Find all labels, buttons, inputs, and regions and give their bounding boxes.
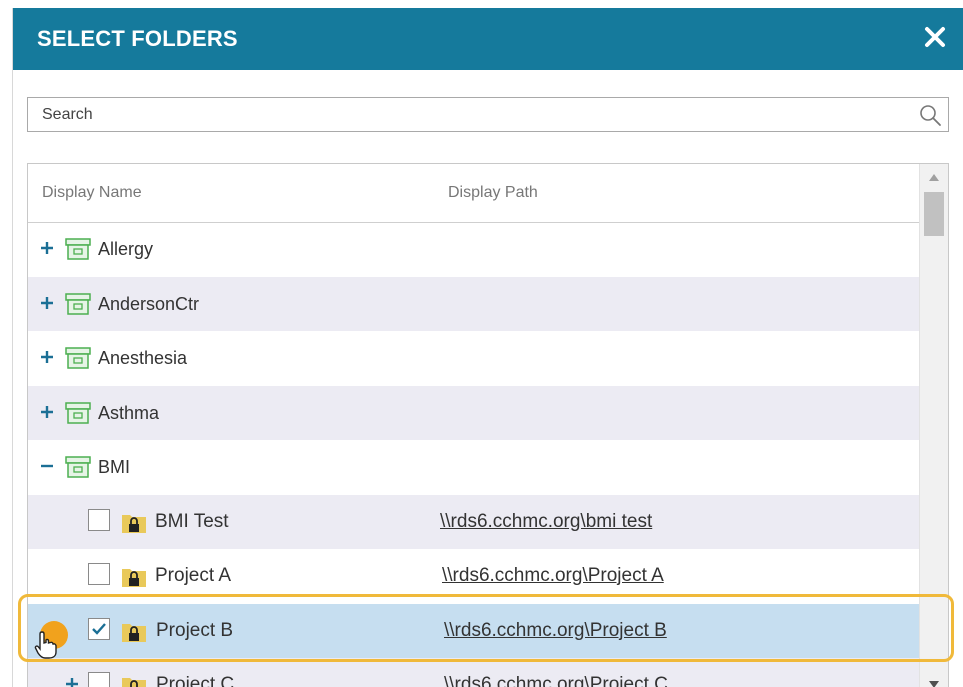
locked-folder-icon	[122, 623, 146, 642]
folder-grid: Display Name Display Path Allergy Anders…	[27, 163, 949, 687]
folder-name: BMI Test	[155, 510, 229, 532]
folder-name: Allergy	[98, 239, 154, 259]
folder-checkbox[interactable]	[88, 563, 110, 585]
expand-icon[interactable]	[62, 674, 82, 687]
close-icon[interactable]	[921, 23, 949, 51]
folder-row[interactable]: Allergy	[28, 222, 920, 277]
folder-name: Asthma	[98, 402, 160, 423]
search-box	[27, 97, 949, 132]
expand-icon[interactable]	[37, 347, 57, 367]
expand-icon[interactable]	[37, 402, 57, 422]
column-header-display-path[interactable]: Display Path	[448, 164, 538, 222]
subfolder-row-selected[interactable]: Project B \\rds6.cchmc.org\Project B	[28, 603, 920, 658]
folder-row[interactable]: Anesthesia	[28, 331, 920, 386]
vertical-scrollbar[interactable]	[919, 164, 948, 687]
dialog-header: SELECT FOLDERS	[13, 8, 963, 70]
scrollbar-thumb[interactable]	[924, 192, 944, 236]
folder-path-link[interactable]: \\rds6.cchmc.org\Project C	[444, 658, 668, 687]
select-folders-dialog: SELECT FOLDERS Display Name Display Path	[12, 8, 963, 687]
folder-checkbox[interactable]	[88, 672, 110, 687]
folder-row[interactable]: BMI	[28, 440, 920, 495]
search-input[interactable]	[28, 98, 908, 131]
collapse-icon[interactable]	[37, 456, 57, 476]
folder-checkbox[interactable]	[88, 508, 110, 531]
folder-path-link[interactable]: \\rds6.cchmc.org\Project B	[444, 604, 667, 658]
expand-icon[interactable]	[37, 238, 57, 258]
folder-name: BMI	[98, 457, 131, 477]
archive-folder-icon	[65, 347, 91, 369]
folder-row[interactable]: AndersonCtr	[28, 276, 920, 331]
folder-checkbox-checked[interactable]	[88, 617, 110, 640]
hand-cursor-icon	[34, 631, 57, 659]
column-header-display-name[interactable]: Display Name	[42, 164, 142, 222]
locked-folder-icon	[122, 514, 146, 533]
folder-name: Project B	[156, 619, 234, 641]
subfolder-row[interactable]: BMI Test \\rds6.cchmc.org\bmi test	[28, 494, 920, 549]
grid-header: Display Name Display Path	[28, 164, 920, 223]
archive-folder-icon	[65, 456, 91, 478]
folder-row[interactable]: Asthma	[28, 385, 920, 440]
locked-folder-icon	[122, 678, 146, 687]
folder-name: AndersonCtr	[98, 293, 200, 314]
folder-path-link[interactable]: \\rds6.cchmc.org\bmi test	[440, 495, 652, 549]
grid-rows: Allergy AndersonCtr Anesthesia Asthma BM…	[28, 222, 920, 687]
locked-folder-icon	[122, 569, 146, 587]
folder-path-link[interactable]: \\rds6.cchmc.org\Project A	[442, 549, 664, 603]
dialog-title: SELECT FOLDERS	[37, 26, 238, 51]
checkmark-icon	[92, 622, 106, 635]
folder-name: Anesthesia	[98, 348, 188, 368]
archive-folder-icon	[65, 238, 91, 260]
folder-name: Project A	[155, 565, 232, 586]
archive-folder-icon	[65, 401, 91, 424]
folder-name: Project C	[156, 674, 235, 687]
subfolder-row[interactable]: Project A \\rds6.cchmc.org\Project A	[28, 549, 920, 604]
scroll-down-arrow-icon[interactable]	[928, 680, 940, 687]
archive-folder-icon	[65, 292, 91, 315]
scroll-up-arrow-icon[interactable]	[928, 172, 940, 182]
search-icon[interactable]	[918, 103, 942, 127]
subfolder-row[interactable]: Project C \\rds6.cchmc.org\Project C	[28, 658, 920, 687]
expand-icon[interactable]	[37, 293, 57, 313]
